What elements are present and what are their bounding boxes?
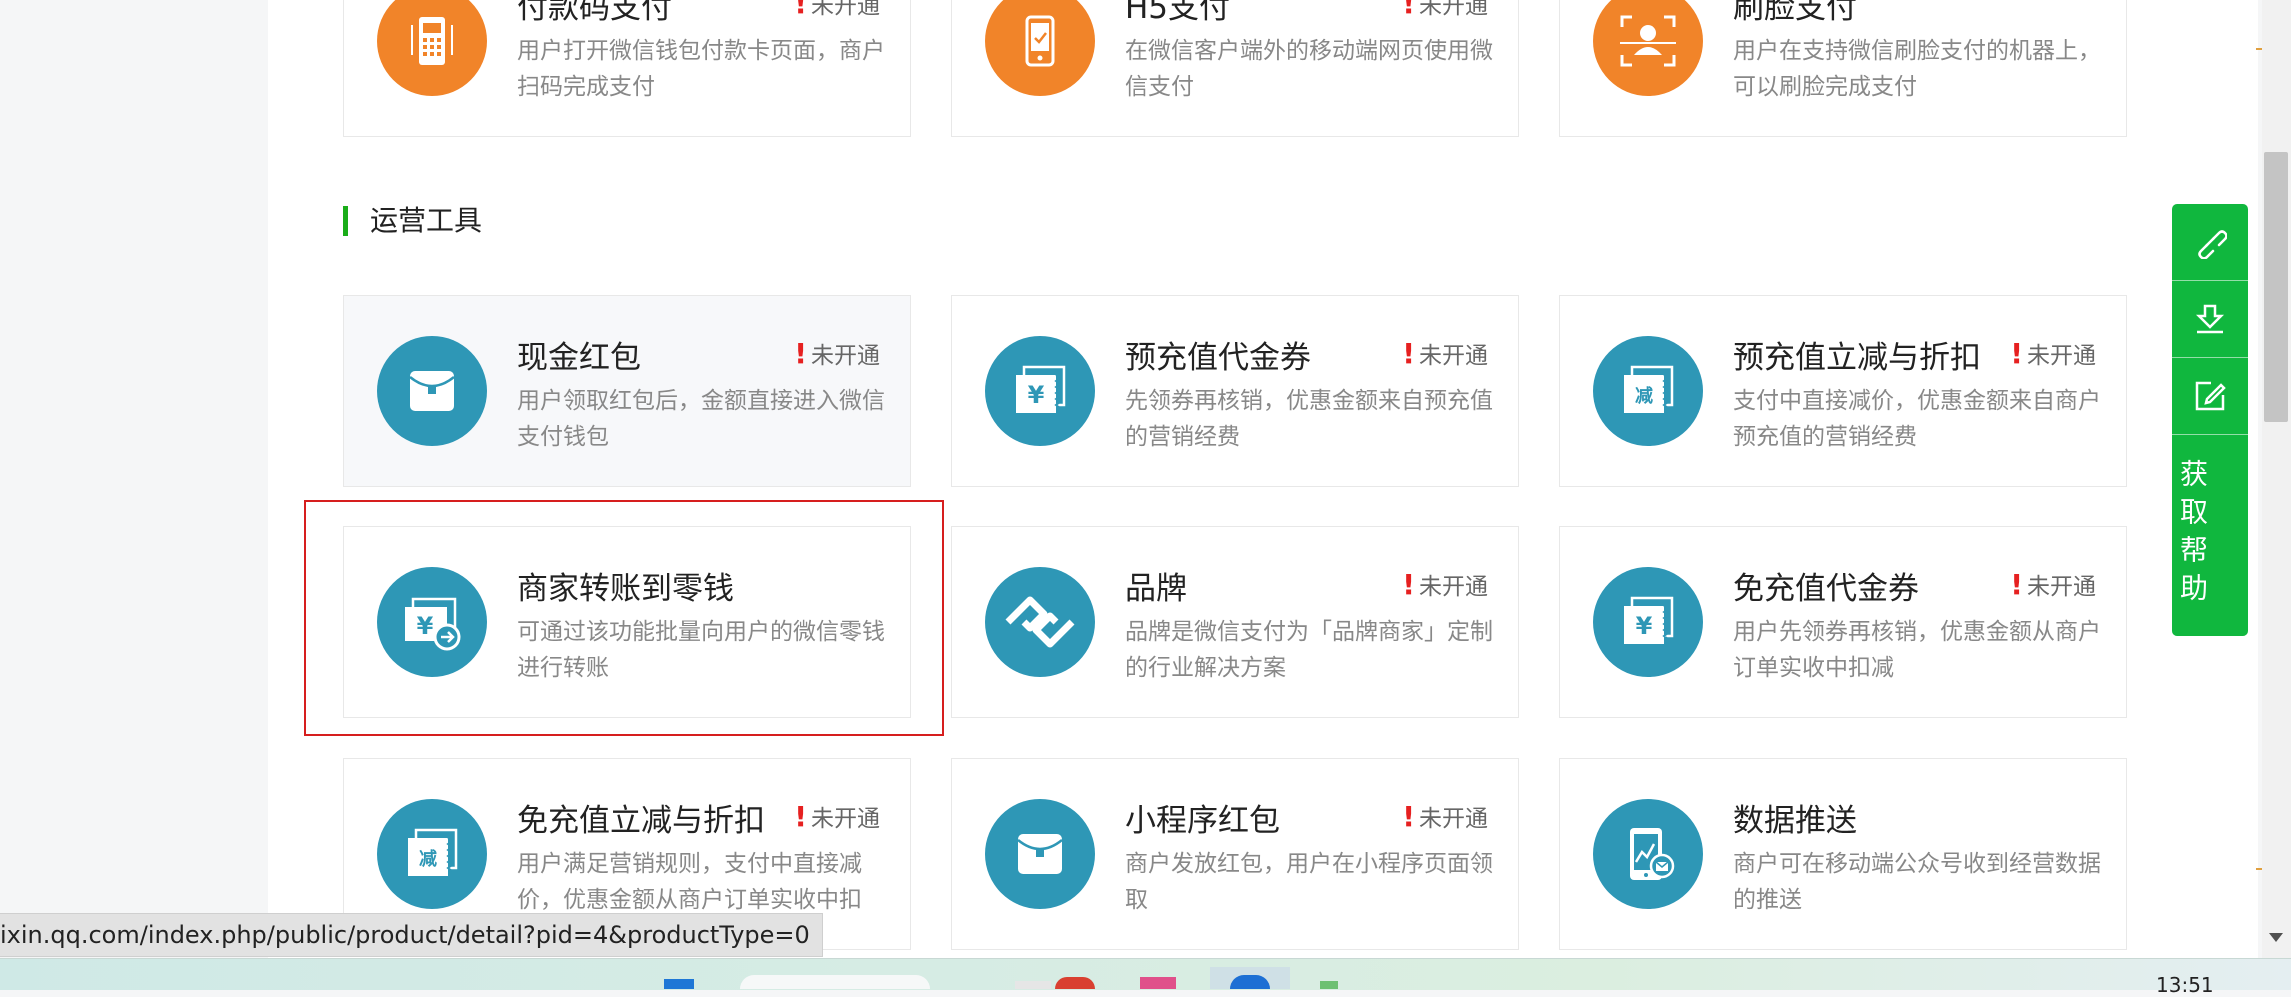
taskbar-clock: 13:51 — [2156, 973, 2214, 997]
scroll-down-arrow-icon[interactable] — [2269, 933, 2283, 942]
svg-text:¥: ¥ — [1028, 381, 1045, 409]
card-description: 在微信客户端外的移动端网页使用微信支付 — [1125, 38, 1493, 100]
voucher-icon: ¥ — [1593, 567, 1703, 677]
edge-icon[interactable] — [1230, 975, 1270, 989]
card-title: 品牌 — [1125, 571, 1187, 607]
data-push-icon — [1593, 799, 1703, 909]
link-icon — [2198, 230, 2227, 259]
brand-link-icon — [985, 567, 1095, 677]
floating-toolbar: 获取帮助 — [2172, 204, 2248, 636]
card-title: 免充值立减与折扣 — [517, 803, 765, 839]
product-card-miniprogram-red-packet[interactable]: 小程序红包 ! 未开通 商户发放红包，用户在小程序页面领取 — [951, 758, 1519, 950]
card-title: H5支付 — [1125, 0, 1231, 26]
svg-text:减: 减 — [1635, 385, 1653, 407]
card-description: 支付中直接减价，优惠金额来自商户预充值的营销经费 — [1733, 388, 2101, 450]
voucher-icon: ¥ — [985, 336, 1095, 446]
product-card-cash-red-packet[interactable]: 现金红包 ! 未开通 用户领取红包后，金额直接进入微信支付钱包 — [343, 295, 911, 487]
taskbar-app-icon[interactable] — [1320, 981, 1338, 989]
highlight-box — [304, 500, 944, 736]
card-title: 刷脸支付 — [1733, 0, 1857, 26]
status-badge: ! 未开通 — [2010, 568, 2096, 601]
scrollbar-thumb[interactable] — [2264, 152, 2288, 422]
product-card-prepaid-voucher[interactable]: ¥ 预充值代金券 ! 未开通 先领券再核销，优惠金额来自预充值的营销经费 — [951, 295, 1519, 487]
search-box[interactable] — [740, 975, 930, 989]
card-description: 商户可在移动端公众号收到经营数据的推送 — [1733, 851, 2101, 913]
card-description: 商户发放红包，用户在小程序页面领取 — [1125, 851, 1493, 913]
card-description: 用户打开微信钱包付款卡页面，商户扫码完成支付 — [517, 38, 885, 100]
red-packet-icon — [377, 336, 487, 446]
discount-icon: 减 — [1593, 336, 1703, 446]
copy-link-button[interactable] — [2172, 204, 2248, 281]
status-badge: ! 未开通 — [1402, 0, 1488, 20]
red-packet-icon — [985, 799, 1095, 909]
status-badge: ! 未开通 — [1402, 337, 1488, 370]
product-card-prepaid-discount[interactable]: 减 预充值立减与折扣 ! 未开通 支付中直接减价，优惠金额来自商户预充值的营销经费 — [1559, 295, 2127, 487]
card-description: 用户在支持微信刷脸支付的机器上，可以刷脸完成支付 — [1733, 38, 2101, 100]
status-badge: ! 未开通 — [1402, 568, 1488, 601]
download-button[interactable] — [2172, 281, 2248, 358]
card-description: 先领券再核销，优惠金额来自预充值的营销经费 — [1125, 388, 1493, 450]
card-title: 小程序红包 — [1125, 803, 1280, 839]
product-card-payment-code[interactable]: 付款码支付 ! 未开通 用户打开微信钱包付款卡页面，商户扫码完成支付 — [343, 0, 911, 137]
card-description: 品牌是微信支付为「品牌商家」定制的行业解决方案 — [1125, 619, 1493, 681]
status-bar-url: ixin.qq.com/index.php/public/product/det… — [0, 913, 823, 957]
product-card-no-prepaid-voucher[interactable]: ¥ 免充值代金券 ! 未开通 用户先领券再核销，优惠金额从商户订单实收中扣减 — [1559, 526, 2127, 718]
status-badge: ! 未开通 — [794, 0, 880, 20]
product-card-face-pay[interactable]: 刷脸支付 用户在支持微信刷脸支付的机器上，可以刷脸完成支付 — [1559, 0, 2127, 137]
os-taskbar: 13:51 — [0, 958, 2291, 997]
status-badge: ! 未开通 — [2010, 337, 2096, 370]
payment-code-icon — [377, 0, 487, 96]
status-badge: ! 未开通 — [794, 800, 880, 833]
get-help-button[interactable]: 获取帮助 — [2172, 435, 2212, 635]
card-title: 预充值立减与折扣 — [1733, 340, 1981, 376]
page-scrollbar[interactable] — [2262, 0, 2291, 958]
product-card-h5[interactable]: H5支付 ! 未开通 在微信客户端外的移动端网页使用微信支付 — [951, 0, 1519, 137]
svg-text:¥: ¥ — [1636, 612, 1653, 640]
feedback-button[interactable] — [2172, 358, 2248, 435]
download-icon — [2195, 304, 2225, 334]
taskbar-app-icon[interactable] — [1015, 981, 1051, 989]
card-title: 免充值代金券 — [1733, 571, 1919, 607]
h5-phone-icon — [985, 0, 1095, 96]
card-title: 付款码支付 — [517, 0, 672, 26]
card-description: 用户满足营销规则，支付中直接减价，优惠金额从商户订单实收中扣 — [517, 851, 862, 913]
card-title: 现金红包 — [517, 340, 641, 376]
face-pay-icon — [1593, 0, 1703, 96]
status-badge: ! 未开通 — [794, 337, 880, 370]
discount-icon: 减 — [377, 799, 487, 909]
product-card-brand[interactable]: 品牌 ! 未开通 品牌是微信支付为「品牌商家」定制的行业解决方案 — [951, 526, 1519, 718]
status-badge: ! 未开通 — [1402, 800, 1488, 833]
chrome-icon[interactable] — [1055, 977, 1095, 989]
card-description: 用户先领券再核销，优惠金额从商户订单实收中扣减 — [1733, 619, 2101, 681]
taskbar-app-icon[interactable] — [1140, 977, 1176, 989]
start-menu-icon[interactable] — [664, 979, 694, 989]
card-title: 数据推送 — [1733, 803, 1857, 839]
card-title: 预充值代金券 — [1125, 340, 1311, 376]
edit-icon — [2195, 381, 2226, 411]
product-card-data-push[interactable]: 数据推送 商户可在移动端公众号收到经营数据的推送 — [1559, 758, 2127, 950]
card-description: 用户领取红包后，金额直接进入微信支付钱包 — [517, 388, 885, 450]
svg-text:减: 减 — [419, 848, 437, 870]
section-title: 运营工具 — [343, 206, 482, 236]
